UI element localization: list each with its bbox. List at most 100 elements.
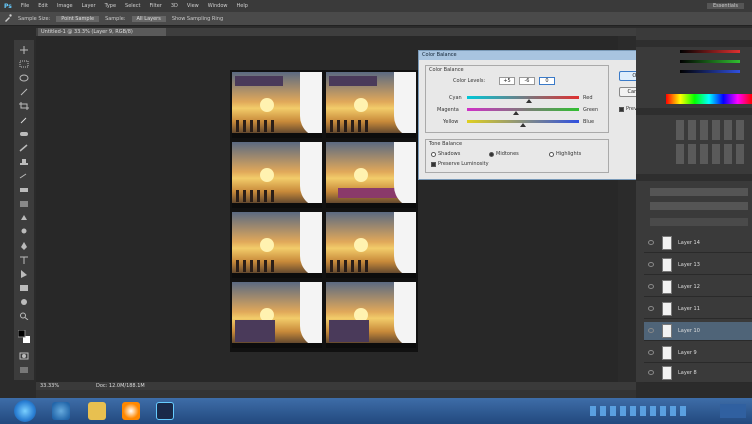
eraser-tool-icon[interactable] xyxy=(18,186,30,194)
visibility-eye-icon[interactable] xyxy=(648,262,654,267)
adjustment-icons-row-2[interactable] xyxy=(676,144,746,164)
photo-tile xyxy=(326,212,416,278)
menu-help[interactable]: Help xyxy=(237,3,248,9)
yellow-blue-slider-thumb[interactable] xyxy=(520,123,526,127)
level-field-yellow-blue[interactable]: 0 xyxy=(539,77,555,85)
menu-edit[interactable]: Edit xyxy=(38,3,48,9)
document-tab[interactable]: Untitled-1 @ 33.3% (Layer 9, RGB/8) xyxy=(38,28,166,36)
menu-select[interactable]: Select xyxy=(125,3,140,9)
midtones-radio[interactable] xyxy=(489,152,494,157)
visibility-eye-icon[interactable] xyxy=(648,306,654,311)
workspace-switcher[interactable]: Essentials xyxy=(706,3,744,9)
shadows-radio[interactable] xyxy=(431,152,436,157)
file-explorer-icon[interactable] xyxy=(88,402,106,420)
dodge-tool-icon[interactable] xyxy=(18,228,30,236)
layer-thumbnail xyxy=(662,324,672,338)
media-player-icon[interactable] xyxy=(122,402,140,420)
preview-checkbox[interactable] xyxy=(619,107,624,112)
visibility-eye-icon[interactable] xyxy=(648,240,654,245)
lasso-tool-icon[interactable] xyxy=(18,74,30,82)
healing-brush-tool-icon[interactable] xyxy=(18,130,30,138)
menu-3d[interactable]: 3D xyxy=(171,3,178,9)
preserve-luminosity-checkbox[interactable] xyxy=(431,162,436,167)
layer-row-selected[interactable]: Layer 10 xyxy=(644,322,752,341)
layer-row[interactable]: Layer 9 xyxy=(644,344,752,363)
blend-mode-bar[interactable] xyxy=(650,202,748,210)
magenta-green-slider[interactable] xyxy=(467,108,579,111)
move-tool-icon[interactable] xyxy=(18,46,30,54)
clone-stamp-tool-icon[interactable] xyxy=(18,158,30,166)
internet-explorer-icon[interactable] xyxy=(52,402,70,420)
slider-label-cyan: Cyan xyxy=(449,95,462,101)
color-spectrum[interactable] xyxy=(666,94,752,104)
visibility-eye-icon[interactable] xyxy=(648,284,654,289)
system-tray-icons[interactable] xyxy=(590,406,690,416)
document-size: Doc: 12.0M/188.1M xyxy=(96,383,145,389)
layer-filter-bar[interactable] xyxy=(650,188,748,196)
photoshop-taskbar-icon[interactable] xyxy=(156,402,174,420)
visibility-eye-icon[interactable] xyxy=(648,328,654,333)
visibility-eye-icon[interactable] xyxy=(648,370,654,375)
windows-taskbar xyxy=(0,398,752,424)
quick-select-tool-icon[interactable] xyxy=(18,88,30,96)
cyan-red-slider[interactable] xyxy=(467,96,579,99)
type-tool-icon[interactable] xyxy=(18,256,30,264)
zoom-level[interactable]: 33.33% xyxy=(40,383,59,389)
menu-filter[interactable]: Filter xyxy=(149,3,161,9)
sample-dropdown[interactable]: All Layers xyxy=(131,15,166,22)
visibility-eye-icon[interactable] xyxy=(648,350,654,355)
shape-tool-icon[interactable] xyxy=(18,284,30,292)
screen-mode-icon[interactable] xyxy=(18,366,30,374)
menu-view[interactable]: View xyxy=(187,3,199,9)
eyedropper-tool-icon[interactable] xyxy=(4,13,12,24)
layer-row[interactable]: Layer 12 xyxy=(644,278,752,297)
cyan-red-slider-thumb[interactable] xyxy=(525,99,532,103)
path-selection-tool-icon[interactable] xyxy=(18,270,30,278)
blue-channel-slider[interactable] xyxy=(680,70,740,73)
layer-row[interactable]: Layer 13 xyxy=(644,256,752,275)
blur-tool-icon[interactable] xyxy=(18,214,30,222)
menu-layer[interactable]: Layer xyxy=(82,3,96,9)
highlights-radio[interactable] xyxy=(549,152,554,157)
pen-tool-icon[interactable] xyxy=(18,242,30,250)
menu-type[interactable]: Type xyxy=(105,3,116,9)
color-swatches-icon[interactable] xyxy=(18,330,30,343)
document-canvas[interactable] xyxy=(230,70,418,352)
magenta-green-slider-thumb[interactable] xyxy=(513,111,520,115)
shadows-label: Shadows xyxy=(438,151,461,157)
brush-tool-icon[interactable] xyxy=(18,144,30,152)
quick-mask-icon[interactable] xyxy=(18,352,30,360)
clock[interactable] xyxy=(720,404,746,418)
level-field-cyan-red[interactable]: +5 xyxy=(499,77,515,85)
history-brush-tool-icon[interactable] xyxy=(18,172,30,180)
gradient-tool-icon[interactable] xyxy=(18,200,30,208)
start-button[interactable] xyxy=(14,400,36,422)
layer-row[interactable]: Layer 11 xyxy=(644,300,752,319)
layer-thumbnail xyxy=(662,346,672,360)
zoom-tool-icon[interactable] xyxy=(18,312,30,320)
hand-tool-icon[interactable] xyxy=(18,298,30,306)
menu-window[interactable]: Window xyxy=(208,3,228,9)
mini-bridge-bar xyxy=(36,390,636,398)
green-channel-slider[interactable] xyxy=(680,60,740,63)
color-levels-label: Color Levels: xyxy=(453,78,486,84)
menu-image[interactable]: Image xyxy=(57,3,73,9)
eyedropper-tool-panel-icon[interactable] xyxy=(18,116,30,124)
show-sampling-ring-checkbox[interactable]: Show Sampling Ring xyxy=(172,16,223,22)
crop-tool-icon[interactable] xyxy=(18,102,30,110)
photo-tile xyxy=(232,142,322,208)
color-balance-group-label: Color Balance xyxy=(429,67,464,73)
menu-bar: Ps File Edit Image Layer Type Select Fil… xyxy=(0,0,752,12)
red-channel-slider[interactable] xyxy=(680,50,740,53)
adjustment-icons[interactable] xyxy=(676,120,746,140)
photo-tile xyxy=(326,282,416,348)
midtones-label: Midtones xyxy=(496,151,519,157)
menu-file[interactable]: File xyxy=(21,3,29,9)
lock-bar[interactable] xyxy=(650,218,748,226)
level-field-magenta-green[interactable]: -6 xyxy=(519,77,535,85)
layer-row[interactable]: Layer 8 xyxy=(644,364,752,383)
layer-row[interactable]: Layer 14 xyxy=(644,234,752,253)
layer-name: Layer 9 xyxy=(678,350,697,356)
sample-size-dropdown[interactable]: Point Sample xyxy=(56,15,100,22)
marquee-tool-icon[interactable] xyxy=(18,60,30,68)
